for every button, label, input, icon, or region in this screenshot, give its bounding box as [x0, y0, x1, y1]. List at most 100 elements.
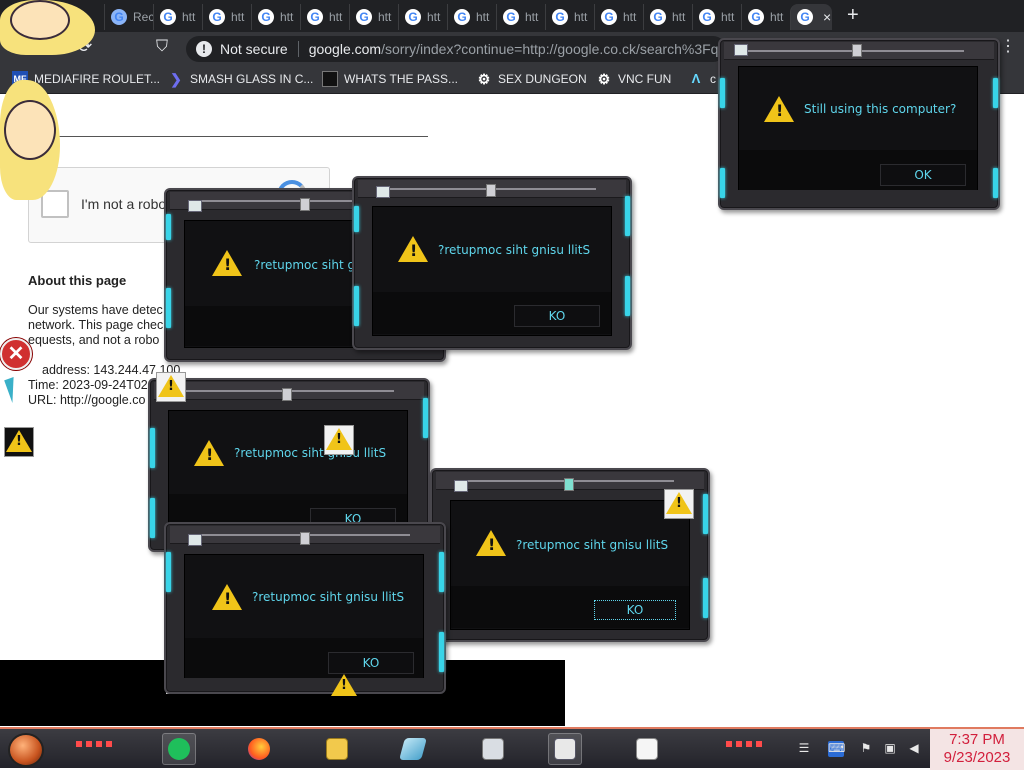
- google-icon: [650, 9, 666, 25]
- bookmark-lambda[interactable]: Λ c: [688, 71, 716, 87]
- window-grip[interactable]: [300, 198, 310, 211]
- menu-icon[interactable]: ⋮: [1000, 36, 1016, 56]
- window-icon[interactable]: [376, 186, 390, 198]
- tab-google[interactable]: htt: [692, 4, 741, 30]
- dialog-message: ?retupmoc siht gnisu llitS: [438, 243, 591, 257]
- bookmark-icon[interactable]: ⛉: [156, 38, 168, 56]
- tab-google[interactable]: htt: [643, 4, 692, 30]
- error-icon: ✕: [0, 338, 32, 370]
- tab-google[interactable]: htt: [251, 4, 300, 30]
- tab-label: htt: [182, 10, 196, 24]
- tab-google[interactable]: htt: [202, 4, 251, 30]
- error-dialog: Still using this computer? OK: [718, 38, 1000, 210]
- google-icon: [258, 9, 274, 25]
- taskbar-decoration: [726, 741, 764, 747]
- tab-label: htt: [672, 10, 686, 24]
- warning-icon: [324, 425, 354, 455]
- tab-google[interactable]: htt: [300, 4, 349, 30]
- bookmark-label: VNC FUN: [618, 72, 672, 86]
- dark-square-icon: [322, 71, 338, 87]
- security-label[interactable]: Not secure: [220, 41, 299, 57]
- tab-google[interactable]: htt: [153, 4, 202, 30]
- new-tab-button[interactable]: +: [847, 4, 859, 27]
- bookmark-smash-glass[interactable]: ❯ SMASH GLASS IN C...: [168, 71, 313, 87]
- ok-button[interactable]: OK: [880, 164, 966, 186]
- ko-button[interactable]: KO: [514, 305, 600, 327]
- taskbar-app-window[interactable]: [548, 733, 582, 765]
- dialog-message: ?retupmoc siht gnisu llitS: [252, 590, 405, 604]
- google-icon: [160, 9, 176, 25]
- bookmark-label: c: [710, 72, 716, 86]
- taskbar-app-calculator[interactable]: [476, 733, 510, 765]
- google-icon: [601, 9, 617, 25]
- clock-time: 7:37 PM: [949, 731, 1005, 748]
- google-icon: [356, 9, 372, 25]
- ko-button[interactable]: KO: [328, 652, 414, 674]
- notes-icon: [168, 738, 190, 760]
- bookmark-vnc-fun[interactable]: ⚙ VNC FUN: [596, 71, 672, 87]
- window-icon[interactable]: [188, 200, 202, 212]
- dialog-message: ?retupmoc siht gnisu llitS: [234, 446, 387, 460]
- taskbar-app-explorer[interactable]: [320, 733, 354, 765]
- tab-recaptcha[interactable]: Rec: [104, 4, 155, 30]
- volume-icon[interactable]: ◀: [906, 741, 922, 757]
- language-icon[interactable]: ⌨: [828, 741, 845, 757]
- bookmark-label: SMASH GLASS IN C...: [190, 72, 314, 86]
- angle-bracket-icon: ❯: [170, 71, 182, 87]
- info-icon[interactable]: !: [196, 41, 212, 57]
- tab-active[interactable]: ×: [790, 4, 832, 30]
- glass-icon: [399, 738, 427, 760]
- window-grip[interactable]: [564, 478, 574, 491]
- tab-label: htt: [476, 10, 490, 24]
- tab-label: htt: [280, 10, 294, 24]
- taskbar-app-notes[interactable]: [162, 733, 196, 765]
- window-grip[interactable]: [486, 184, 496, 197]
- warning-icon: [4, 427, 34, 457]
- google-icon: [307, 9, 323, 25]
- tab-google[interactable]: htt: [741, 4, 790, 30]
- taskbar-app-glass[interactable]: [396, 733, 430, 765]
- taskbar-app-paint[interactable]: [630, 733, 664, 765]
- warning-icon: [194, 440, 224, 466]
- close-icon[interactable]: ×: [823, 9, 831, 25]
- tab-strip: Rec htt htt htt htt htt htt htt htt htt …: [0, 0, 1024, 32]
- network-icon[interactable]: ▣: [882, 741, 898, 757]
- tab-google[interactable]: htt: [349, 4, 398, 30]
- window-icon[interactable]: [734, 44, 748, 56]
- dialog-message: Still using this computer?: [804, 102, 957, 116]
- bookmark-sex-dungeon[interactable]: ⚙ SEX DUNGEON: [476, 71, 587, 87]
- start-button[interactable]: [8, 733, 44, 767]
- tab-label: htt: [770, 10, 784, 24]
- bookmark-label: SEX DUNGEON: [498, 72, 587, 86]
- tab-google[interactable]: htt: [496, 4, 545, 30]
- window-icon[interactable]: [454, 480, 468, 492]
- bookmark-label: WHATS THE PASS...: [344, 72, 459, 86]
- ko-button[interactable]: KO: [594, 600, 676, 620]
- tab-label: htt: [378, 10, 392, 24]
- address-bar[interactable]: ! Not secure google.com /sorry/index?con…: [186, 36, 726, 62]
- tab-label: htt: [427, 10, 441, 24]
- page-text-line: network. This page chec: [28, 318, 164, 332]
- taskbar-decoration: [76, 741, 114, 747]
- flag-icon[interactable]: ⚑: [858, 741, 874, 757]
- captcha-checkbox[interactable]: [41, 190, 69, 218]
- tab-google[interactable]: htt: [447, 4, 496, 30]
- warning-icon: [330, 672, 360, 702]
- window-grip[interactable]: [282, 388, 292, 401]
- tab-google[interactable]: htt: [545, 4, 594, 30]
- bookmark-whats-the-pass[interactable]: WHATS THE PASS...: [322, 71, 458, 87]
- window-grip[interactable]: [300, 532, 310, 545]
- warning-icon: [476, 530, 506, 556]
- taskbar-app-firefox[interactable]: [242, 733, 276, 765]
- google-icon: [552, 9, 568, 25]
- window-icon[interactable]: [188, 534, 202, 546]
- tab-google[interactable]: htt: [398, 4, 447, 30]
- firefox-icon: [248, 738, 270, 760]
- page-text-line: Our systems have detec: [28, 303, 163, 317]
- gear-icon: ⚙: [477, 71, 491, 87]
- tab-label: Rec: [133, 10, 155, 24]
- keyboard-icon[interactable]: ☰: [796, 741, 812, 757]
- system-clock[interactable]: 7:37 PM 9/23/2023: [930, 729, 1024, 770]
- window-grip[interactable]: [852, 44, 862, 57]
- tab-google[interactable]: htt: [594, 4, 643, 30]
